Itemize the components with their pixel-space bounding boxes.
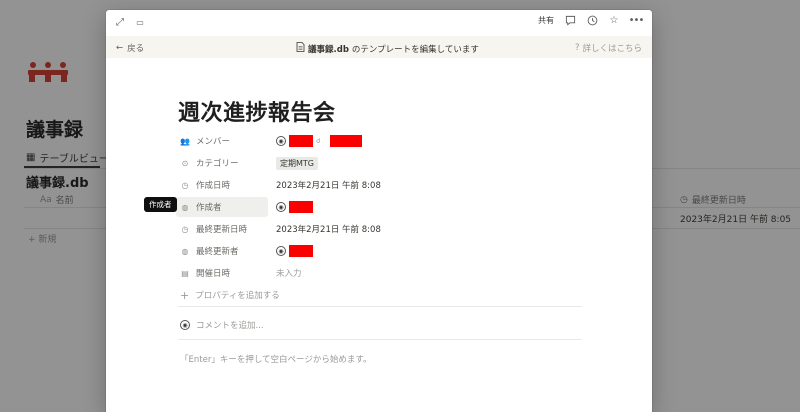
property-row-meeting-date[interactable]: ▤ 開催日時 未入力 bbox=[176, 262, 580, 284]
wave-icon: ☌ bbox=[316, 137, 321, 145]
template-message-text: のテンプレートを編集しています bbox=[351, 44, 479, 55]
clock-icon: ◷ bbox=[181, 180, 189, 190]
calendar-icon: ▤ bbox=[181, 268, 189, 278]
tooltip: 作成者 bbox=[144, 197, 177, 212]
plus-icon: + bbox=[180, 288, 190, 302]
property-list: 👥 メンバー ◉ ☌ ⊙ カテゴリー 定期MTG ◷ 作成日時 2023年2月21日 … bbox=[176, 130, 580, 306]
expand-icon[interactable]: ⤢ bbox=[114, 16, 126, 28]
comment-input[interactable]: ◉ コメントを追加... bbox=[180, 319, 264, 331]
back-button[interactable]: ← 戻る bbox=[116, 42, 144, 54]
property-row-created-time[interactable]: ◷ 作成日時 2023年2月21日 午前 8:08 bbox=[176, 174, 580, 196]
modal-topbar: ⤢ ▭ 共有 ☆ ••• bbox=[106, 10, 652, 34]
category-tag: 定期MTG bbox=[276, 156, 318, 170]
property-row-members[interactable]: 👥 メンバー ◉ ☌ bbox=[176, 130, 580, 152]
template-banner: ← 戻る 議事録.db のテンプレートを編集しています ? 詳しくはこちら bbox=[106, 36, 652, 58]
history-clock-icon[interactable] bbox=[586, 14, 598, 26]
avatar: ◉ bbox=[276, 202, 286, 212]
redacted-name bbox=[289, 245, 313, 257]
property-row-created-by[interactable]: ◍ 作成者 ◉ bbox=[176, 196, 580, 218]
layout-icon[interactable]: ▭ bbox=[134, 16, 146, 28]
person-icon: ◍ bbox=[181, 202, 189, 212]
avatar: ◉ bbox=[180, 320, 190, 330]
comment-icon[interactable] bbox=[564, 14, 576, 26]
avatar: ◉ bbox=[276, 246, 286, 256]
property-row-last-edited-time[interactable]: ◷ 最終更新日時 2023年2月21日 午前 8:08 bbox=[176, 218, 580, 240]
learn-more-link[interactable]: ? 詳しくはこちら bbox=[575, 42, 642, 54]
add-property-button[interactable]: + プロパティを追加する bbox=[176, 284, 580, 306]
empty-page-hint[interactable]: 「Enter」キーを押して空白ページから始めます。 bbox=[180, 353, 372, 365]
share-button[interactable]: 共有 bbox=[538, 15, 554, 26]
property-row-category[interactable]: ⊙ カテゴリー 定期MTG bbox=[176, 152, 580, 174]
divider bbox=[178, 339, 582, 340]
redacted-name bbox=[329, 135, 362, 147]
divider bbox=[178, 306, 582, 307]
property-row-last-edited-by[interactable]: ◍ 最終更新者 ◉ bbox=[176, 240, 580, 262]
redacted-name bbox=[289, 135, 313, 147]
template-message: 議事録.db のテンプレートを編集しています bbox=[296, 42, 479, 55]
more-icon[interactable]: ••• bbox=[629, 14, 645, 26]
template-modal: ⤢ ▭ 共有 ☆ ••• ← 戻る 議事録.db のテンプレートを編集しています bbox=[106, 10, 652, 412]
page-title[interactable]: 週次進捗報告会 bbox=[178, 95, 336, 127]
redacted-name bbox=[289, 201, 313, 213]
avatar: ◉ bbox=[276, 136, 286, 146]
select-icon: ⊙ bbox=[181, 158, 189, 168]
help-icon: ? bbox=[574, 43, 580, 53]
people-icon: 👥 bbox=[180, 136, 190, 146]
document-icon bbox=[296, 42, 305, 55]
clock-icon: ◷ bbox=[181, 224, 189, 234]
arrow-left-icon: ← bbox=[116, 43, 124, 53]
person-icon: ◍ bbox=[181, 246, 189, 256]
star-icon[interactable]: ☆ bbox=[608, 14, 620, 26]
template-db-name: 議事録.db bbox=[308, 44, 349, 55]
